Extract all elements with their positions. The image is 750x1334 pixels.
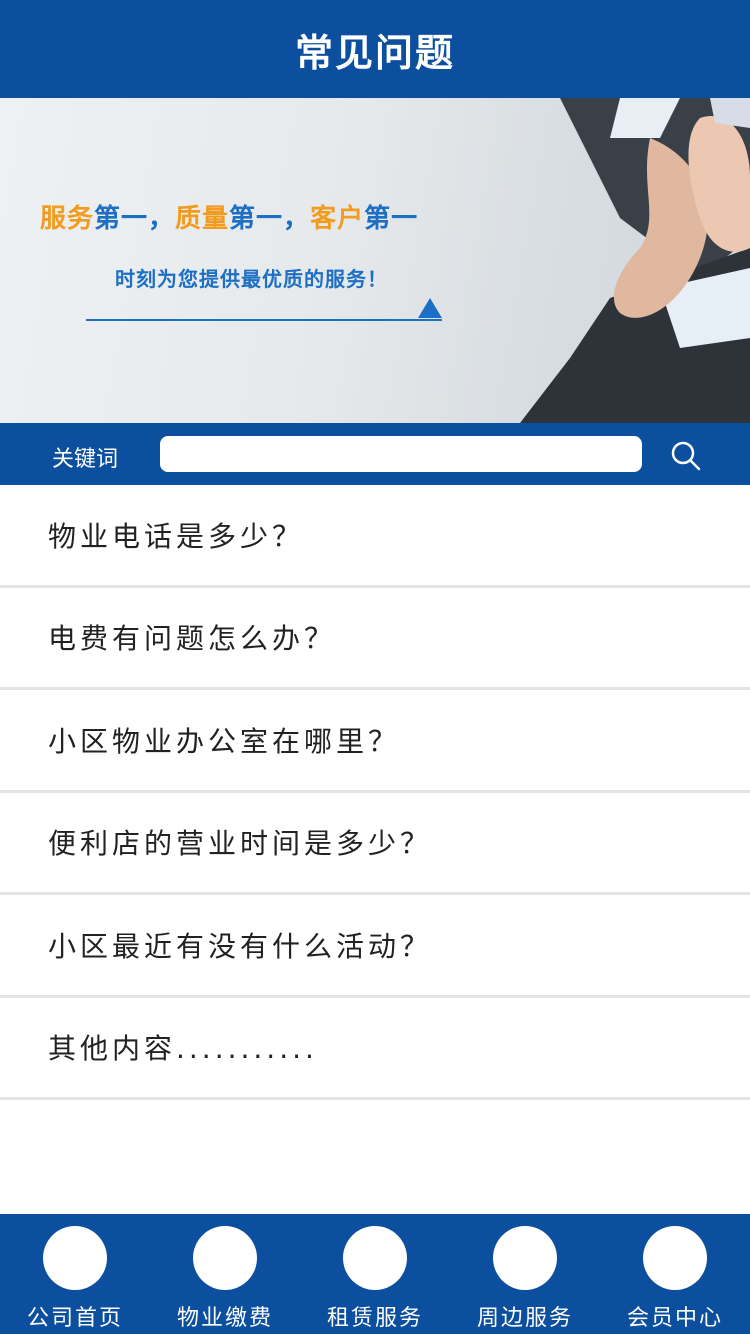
bottom-tab-bar: 公司首页 物业缴费 租赁服务 周边服务 会员中心	[0, 1214, 750, 1334]
slogan-part: 客户	[310, 204, 365, 234]
slogan-underline	[86, 319, 442, 321]
search-button[interactable]	[668, 438, 704, 474]
slogan-subtitle: 时刻为您提供最优质的服务！	[115, 267, 388, 291]
triangle-marker-icon	[418, 298, 442, 318]
nearby-icon	[493, 1226, 557, 1290]
tab-label: 租赁服务	[326, 1306, 423, 1331]
faq-item[interactable]: 小区物业办公室在哪里？	[0, 690, 750, 793]
faq-item[interactable]: 电费有问题怎么办？	[0, 588, 750, 690]
app-header: 常见问题	[0, 0, 750, 98]
tab-label: 公司首页	[26, 1306, 123, 1331]
tab-home[interactable]: 公司首页	[0, 1214, 150, 1334]
home-icon	[43, 1226, 107, 1290]
search-bar: 关键词	[0, 423, 750, 485]
tab-label: 会员中心	[626, 1306, 723, 1331]
banner: 服务第一，质量第一，客户第一 时刻为您提供最优质的服务！	[0, 98, 750, 423]
search-input[interactable]	[160, 436, 642, 472]
slogan-part: 服务	[40, 204, 95, 234]
page-title: 常见问题	[294, 30, 455, 75]
slogan-main: 服务第一，质量第一，客户第一	[40, 198, 418, 235]
search-icon	[671, 441, 701, 471]
slogan-part: 第一	[364, 204, 419, 234]
tab-nearby-service[interactable]: 周边服务	[450, 1214, 600, 1334]
faq-item[interactable]: 其他内容...........	[0, 998, 750, 1100]
faq-item[interactable]: 小区最近有没有什么活动？	[0, 895, 750, 998]
payment-icon	[193, 1226, 257, 1290]
tab-label: 周边服务	[476, 1306, 573, 1331]
slogan-part: 质量	[175, 204, 230, 234]
member-icon	[643, 1226, 707, 1290]
faq-item[interactable]: 物业电话是多少？	[0, 485, 750, 588]
tab-rental-service[interactable]: 租赁服务	[300, 1214, 450, 1334]
handshake-image	[520, 98, 750, 423]
tab-member-center[interactable]: 会员中心	[600, 1214, 750, 1334]
search-label: 关键词	[52, 447, 119, 472]
faq-list: 物业电话是多少？ 电费有问题怎么办？ 小区物业办公室在哪里？ 便利店的营业时间是…	[0, 485, 750, 1100]
rental-icon	[343, 1226, 407, 1290]
slogan-part: 第一，	[229, 204, 311, 234]
slogan-part: 第一，	[94, 204, 176, 234]
tab-label: 物业缴费	[176, 1306, 273, 1331]
tab-property-payment[interactable]: 物业缴费	[150, 1214, 300, 1334]
faq-item[interactable]: 便利店的营业时间是多少？	[0, 793, 750, 895]
